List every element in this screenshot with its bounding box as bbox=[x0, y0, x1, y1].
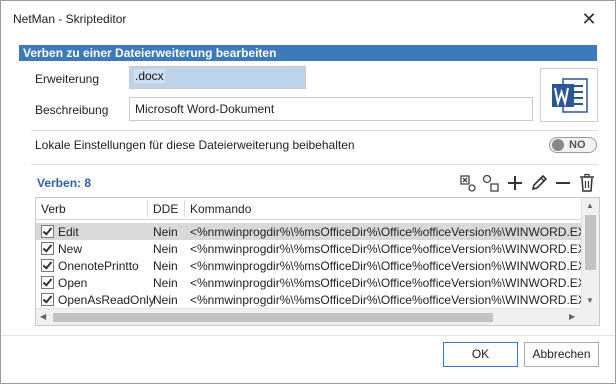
extension-input[interactable]: .docx bbox=[129, 66, 306, 89]
scroll-down-icon[interactable]: ▼ bbox=[586, 296, 594, 305]
scroll-up-icon[interactable]: ▲ bbox=[586, 201, 594, 210]
command-cell: <%nmwinprogdir%\%msOfficeDir%\Office%off… bbox=[190, 242, 600, 256]
scroll-left-icon[interactable]: ◀ bbox=[40, 312, 46, 321]
verb-cell: Open bbox=[58, 276, 88, 290]
scrollbar-thumb[interactable] bbox=[585, 215, 596, 270]
file-type-icon-box bbox=[540, 68, 598, 122]
dde-cell: Nein bbox=[153, 242, 178, 256]
vertical-scrollbar[interactable]: ▲ ▼ bbox=[581, 198, 599, 308]
keep-local-label: Lokale Einstellungen für diese Dateierwe… bbox=[35, 138, 355, 152]
close-button[interactable]: ✕ bbox=[575, 7, 603, 31]
cancel-button[interactable]: Abbrechen bbox=[524, 342, 599, 367]
footer-separator bbox=[2, 335, 614, 336]
add-icon[interactable] bbox=[506, 173, 524, 193]
verb-cell: OnenotePrintto bbox=[58, 259, 139, 273]
close-icon: ✕ bbox=[581, 9, 597, 29]
separator bbox=[31, 130, 598, 131]
separator bbox=[31, 164, 598, 165]
column-header-verb[interactable]: Verb bbox=[41, 202, 66, 216]
extension-value: .docx bbox=[134, 69, 165, 83]
verbs-table: Verb DDE Kommando Edit Nein <%nmwinprogd… bbox=[35, 197, 600, 326]
row-checkbox[interactable] bbox=[41, 225, 54, 238]
word-icon bbox=[552, 78, 588, 113]
column-header-dde[interactable]: DDE bbox=[153, 202, 178, 216]
verb-cell: OpenAsReadOnly bbox=[58, 293, 155, 307]
verb-cell: New bbox=[58, 242, 83, 256]
table-header: Verb DDE Kommando bbox=[36, 198, 581, 220]
dde-cell: Nein bbox=[153, 259, 178, 273]
description-input[interactable]: Microsoft Word-Dokument bbox=[129, 97, 533, 121]
toggle-knob bbox=[552, 139, 564, 151]
verb-cell: Edit bbox=[58, 225, 79, 239]
table-row[interactable]: OpenAsReadOnly Nein <%nmwinprogdir%\%msO… bbox=[36, 291, 599, 308]
command-cell: <%nmwinprogdir%\%msOfficeDir%\Office%off… bbox=[190, 259, 600, 273]
row-checkbox[interactable] bbox=[41, 259, 54, 272]
table-row[interactable]: New Nein <%nmwinprogdir%\%msOfficeDir%\O… bbox=[36, 240, 599, 257]
table-row[interactable]: OnenotePrintto Nein <%nmwinprogdir%\%msO… bbox=[36, 257, 599, 274]
table-row[interactable]: Edit Nein <%nmwinprogdir%\%msOfficeDir%\… bbox=[36, 223, 599, 240]
description-value: Microsoft Word-Dokument bbox=[135, 102, 275, 116]
command-cell: <%nmwinprogdir%\%msOfficeDir%\Office%off… bbox=[190, 293, 600, 307]
verbs-count: Verben: 8 bbox=[37, 176, 92, 190]
dde-cell: Nein bbox=[153, 276, 178, 290]
table-row[interactable]: Open Nein <%nmwinprogdir%\%msOfficeDir%\… bbox=[36, 274, 599, 291]
section-header: Verben zu einer Dateierweiterung bearbei… bbox=[19, 45, 597, 61]
scroll-right-icon[interactable]: ▶ bbox=[569, 312, 575, 321]
row-checkbox[interactable] bbox=[41, 242, 54, 255]
row-checkbox[interactable] bbox=[41, 276, 54, 289]
toggle-state: NO bbox=[569, 139, 586, 151]
title-bar: NetMan - Skripteditor ✕ bbox=[1, 1, 615, 37]
column-header-command[interactable]: Kommando bbox=[190, 202, 251, 216]
scrollbar-thumb[interactable] bbox=[53, 313, 493, 322]
scrollbar-corner bbox=[581, 308, 599, 325]
window-title: NetMan - Skripteditor bbox=[13, 12, 127, 26]
description-label: Beschreibung bbox=[35, 103, 109, 117]
edit-icon[interactable] bbox=[530, 173, 548, 193]
remove-icon[interactable] bbox=[554, 173, 572, 193]
select-all-icon[interactable] bbox=[459, 173, 477, 193]
command-cell: <%nmwinprogdir%\%msOfficeDir%\Office%off… bbox=[190, 225, 600, 239]
row-checkbox[interactable] bbox=[41, 293, 54, 306]
delete-icon[interactable] bbox=[578, 173, 596, 193]
horizontal-scrollbar[interactable]: ◀ ▶ bbox=[36, 308, 581, 325]
ok-button[interactable]: OK bbox=[443, 342, 518, 367]
column-divider[interactable] bbox=[184, 200, 185, 217]
command-cell: <%nmwinprogdir%\%msOfficeDir%\Office%off… bbox=[190, 276, 600, 290]
keep-local-toggle[interactable]: NO bbox=[549, 137, 597, 153]
dde-cell: Nein bbox=[153, 293, 178, 307]
dialog-window: NetMan - Skripteditor ✕ Verben zu einer … bbox=[0, 0, 616, 384]
dde-cell: Nein bbox=[153, 225, 178, 239]
column-divider[interactable] bbox=[147, 200, 148, 217]
extension-label: Erweiterung bbox=[35, 72, 100, 86]
deselect-icon[interactable] bbox=[482, 173, 500, 193]
